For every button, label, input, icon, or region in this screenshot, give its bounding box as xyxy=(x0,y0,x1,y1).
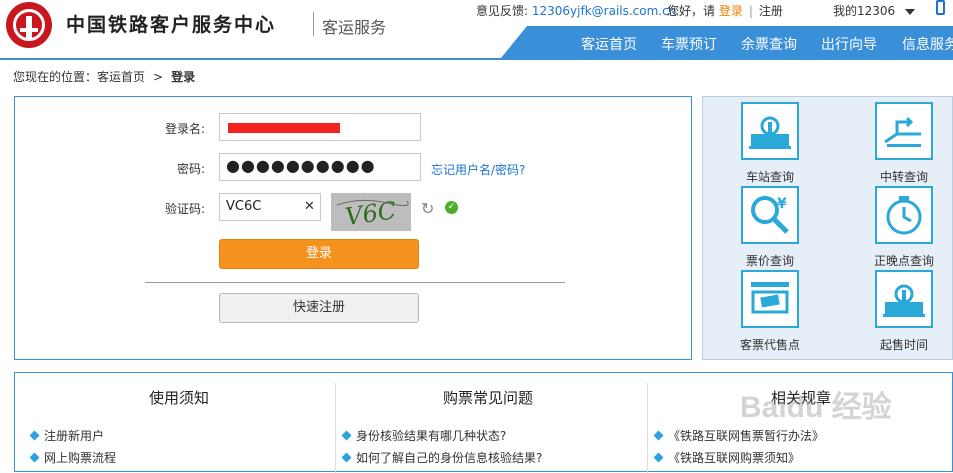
login-button[interactable]: 登录 xyxy=(219,239,419,269)
column-title-usage-notes: 使用须知 xyxy=(149,389,210,407)
redacted-username xyxy=(228,123,340,133)
username-label: 登录名: xyxy=(164,122,205,136)
sale-time-station-icon xyxy=(875,270,933,328)
ticket-office-icon xyxy=(741,270,799,328)
list-item[interactable]: 注册新用户 xyxy=(29,427,104,444)
quick-item-agency-points[interactable]: 客票代售点 xyxy=(725,270,815,353)
user-links: 您好，请 登录 | 注册 xyxy=(667,4,783,18)
quick-item-sale-time[interactable]: 起售时间 xyxy=(859,270,949,353)
clock-icon xyxy=(875,186,933,244)
breadcrumb-home-link[interactable]: 客运首页 xyxy=(97,70,145,84)
railway-logo-icon[interactable] xyxy=(6,2,52,48)
baidu-watermark: Baidu 经验 xyxy=(740,391,892,424)
column-separator xyxy=(647,383,648,473)
refresh-captcha-icon[interactable]: ↻ xyxy=(421,199,434,218)
nav-item-booking[interactable]: 车票预订 xyxy=(661,34,717,54)
my-account-menu[interactable]: 我的12306 xyxy=(833,2,916,19)
breadcrumb: 您现在的位置：客运首页 > 登录 xyxy=(13,68,195,85)
password-label: 密码: xyxy=(176,162,205,176)
my-account-label: 我的12306 xyxy=(833,4,896,18)
clear-captcha-icon[interactable]: ✕ xyxy=(304,200,315,214)
captcha-label: 验证码: xyxy=(164,202,205,216)
list-item[interactable]: 如何了解自己的身份信息核验结果? xyxy=(341,449,542,466)
quick-label-sale-time: 起售时间 xyxy=(879,338,928,352)
quick-item-transfer-query[interactable]: 中转查询 xyxy=(859,102,949,185)
breadcrumb-prefix: 您现在的位置： xyxy=(13,70,98,84)
forgot-password-link[interactable]: 忘记用户名/密码? xyxy=(431,161,525,178)
nav-item-remaining-tickets[interactable]: 余票查询 xyxy=(741,34,797,54)
quick-label-delay-query: 正晚点查询 xyxy=(873,254,934,268)
transfer-icon xyxy=(875,102,933,160)
nav-item-home[interactable]: 客运首页 xyxy=(581,34,637,54)
feedback-area: 意见反馈: 12306yjfk@rails.com.cn xyxy=(476,2,676,19)
svg-text:¥: ¥ xyxy=(777,196,787,212)
login-link[interactable]: 登录 xyxy=(719,4,743,18)
quick-register-button[interactable]: 快速注册 xyxy=(219,293,419,323)
diamond-bullet-icon xyxy=(653,452,664,463)
captcha-image[interactable]: V6C xyxy=(331,193,411,231)
main-nav: 客运首页 车票预订 余票查询 出行向导 信息服务 xyxy=(501,26,953,58)
quick-label-agency-points: 客票代售点 xyxy=(739,338,800,352)
fare-search-icon: ¥ xyxy=(741,186,799,244)
feedback-label: 意见反馈: xyxy=(476,4,529,18)
mobile-phone-icon[interactable] xyxy=(936,0,945,15)
diamond-bullet-icon xyxy=(341,430,352,441)
quick-links-panel: 车站查询 中转查询 ¥ 票价查询 正晚点查询 客票代售点 起售时间 xyxy=(702,96,953,360)
quick-item-fare-query[interactable]: ¥ 票价查询 xyxy=(725,186,815,269)
form-divider xyxy=(145,282,565,283)
column-title-faq: 购票常见问题 xyxy=(443,389,534,407)
site-name: 中国铁路客户服务中心 xyxy=(66,14,277,36)
list-item[interactable]: 《铁路互联网售票暂行办法》 xyxy=(653,427,824,444)
diamond-bullet-icon xyxy=(653,430,664,441)
quick-item-station-query[interactable]: 车站查询 xyxy=(725,102,815,185)
breadcrumb-current: 登录 xyxy=(171,70,196,84)
list-item[interactable]: 身份核验结果有哪几种状态? xyxy=(341,427,506,444)
captcha-ok-icon: ✓ xyxy=(445,201,458,214)
greeting-text: 您好，请 xyxy=(667,4,716,18)
login-panel: 登录名: 密码: ●●●●●●●●●● 忘记用户名/密码? 验证码: VC6C … xyxy=(14,96,692,360)
header-divider xyxy=(313,12,314,36)
password-input[interactable]: ●●●●●●●●●● xyxy=(219,153,421,181)
captcha-input[interactable]: VC6C ✕ xyxy=(219,193,321,221)
username-input[interactable] xyxy=(219,113,421,141)
diamond-bullet-icon xyxy=(29,452,40,463)
breadcrumb-arrow: > xyxy=(153,70,164,84)
nav-item-info-service[interactable]: 信息服务 xyxy=(902,34,953,54)
diamond-bullet-icon xyxy=(341,452,352,463)
site-subtitle: 客运服务 xyxy=(322,18,387,37)
site-header: 中国铁路客户服务中心 客运服务 意见反馈: 12306yjfk@rails.co… xyxy=(0,0,953,58)
header-underline xyxy=(0,58,953,60)
captcha-input-value: VC6C xyxy=(226,199,262,214)
quick-label-fare-query: 票价查询 xyxy=(745,254,794,268)
list-item[interactable]: 《铁路互联网购票须知》 xyxy=(653,449,800,466)
nav-item-travel-guide[interactable]: 出行向导 xyxy=(821,34,877,54)
feedback-email-link[interactable]: 12306yjfk@rails.com.cn xyxy=(532,4,676,18)
caret-down-icon xyxy=(905,8,916,15)
list-item[interactable]: 网上购票流程 xyxy=(29,449,116,466)
station-icon xyxy=(741,102,799,160)
quick-label-station-query: 车站查询 xyxy=(745,170,794,184)
quick-label-transfer-query: 中转查询 xyxy=(879,170,928,184)
register-link[interactable]: 注册 xyxy=(759,4,783,18)
column-separator xyxy=(335,383,336,473)
quick-item-delay-query[interactable]: 正晚点查询 xyxy=(859,186,949,269)
diamond-bullet-icon xyxy=(29,430,40,441)
